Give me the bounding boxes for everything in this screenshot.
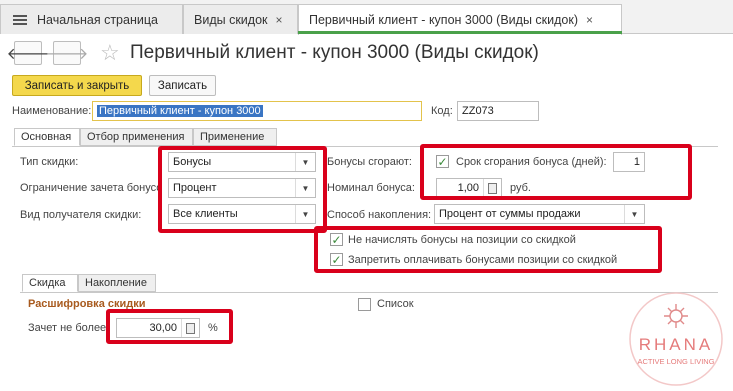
save-and-close-button[interactable]: Записать и закрыть: [12, 75, 142, 96]
discount-type-label: Тип скидки:: [20, 156, 79, 168]
accrual-value: Процент от суммы продажи: [439, 208, 581, 220]
close-icon[interactable]: ×: [276, 13, 283, 27]
bonus-expire-label: Бонусы сгорают:: [327, 156, 412, 168]
sub-tab-line: [20, 292, 718, 293]
accrual-select[interactable]: Процент от суммы продажи ▼: [434, 204, 645, 224]
tab-accumulation[interactable]: Накопление: [78, 274, 156, 292]
arrow-left-icon: 🡐: [6, 45, 50, 63]
highlight-box: [158, 146, 327, 233]
code-field[interactable]: ZZ073: [457, 101, 539, 121]
bonus-limit-label: Ограничение зачета бонусов:: [20, 182, 162, 194]
list-label: Список: [377, 298, 414, 310]
back-button[interactable]: 🡐: [7, 41, 49, 65]
arrow-right-icon: 🡒: [45, 45, 89, 63]
menu-icon: [13, 14, 27, 26]
tab-home-label: Начальная страница: [37, 12, 158, 27]
dropdown-arrow-icon[interactable]: ▼: [624, 205, 644, 223]
tab-discounts[interactable]: Виды скидок ×: [183, 4, 298, 34]
recipient-label: Вид получателя скидки:: [20, 209, 142, 221]
code-label: Код:: [431, 105, 453, 117]
tab-current-label: Первичный клиент - купон 3000 (Виды скид…: [309, 13, 578, 27]
logo-emblem-icon: RHANA ACTIVE LONG LIVING: [629, 292, 723, 386]
highlight-box: [314, 226, 662, 273]
tab-home[interactable]: Начальная страница: [0, 4, 183, 34]
accrual-label: Способ накопления:: [327, 209, 432, 221]
forward-button[interactable]: 🡒: [46, 41, 88, 65]
highlight-box: [106, 309, 233, 344]
tab-discount[interactable]: Скидка: [22, 274, 78, 292]
name-value: Первичный клиент - купон 3000: [97, 105, 263, 117]
save-button[interactable]: Записать: [149, 75, 216, 96]
page-title: Первичный клиент - купон 3000 (Виды скид…: [130, 42, 539, 63]
credit-label: Зачет не более:: [28, 322, 110, 334]
highlight-box: [420, 144, 692, 200]
logo-tagline: ACTIVE LONG LIVING: [637, 357, 714, 366]
active-tab-indicator: [298, 31, 622, 34]
tab-application[interactable]: Применение: [193, 128, 277, 146]
tab-main[interactable]: Основная: [14, 128, 80, 146]
close-icon[interactable]: ×: [586, 13, 593, 27]
nominal-label: Номинал бонуса:: [327, 182, 415, 194]
name-field[interactable]: Первичный клиент - купон 3000: [92, 101, 422, 121]
rhana-logo: RHANA ACTIVE LONG LIVING: [622, 290, 730, 388]
list-checkbox[interactable]: [358, 298, 371, 311]
name-label: Наименование:: [12, 105, 92, 117]
favorite-star-icon[interactable]: ☆: [100, 40, 120, 66]
tab-discounts-label: Виды скидок: [194, 12, 268, 27]
logo-brand: RHANA: [639, 335, 714, 354]
tab-filter[interactable]: Отбор применения: [80, 128, 193, 146]
